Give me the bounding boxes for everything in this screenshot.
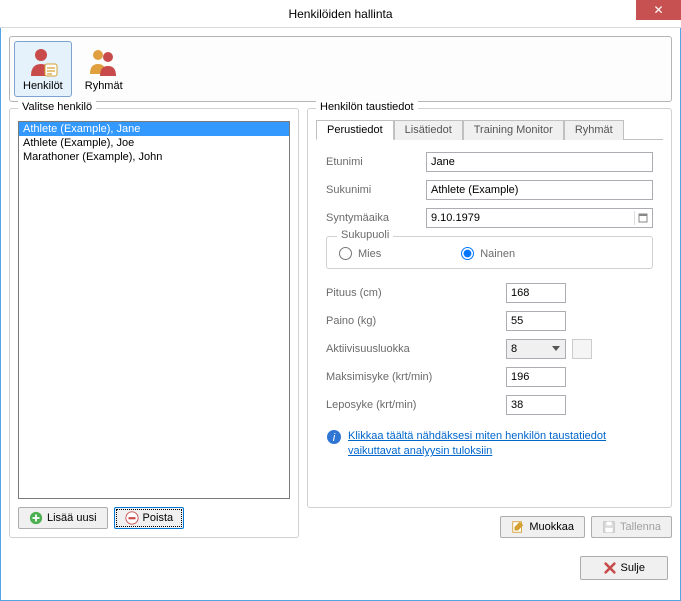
save-label: Tallenna xyxy=(620,521,661,533)
gender-female-label: Nainen xyxy=(480,248,515,260)
list-item[interactable]: Athlete (Example), Joe xyxy=(19,136,289,150)
tab-groups[interactable]: Ryhmät xyxy=(564,120,624,140)
dob-input[interactable]: 9.10.1979 xyxy=(426,208,653,228)
save-button: Tallenna xyxy=(591,516,672,538)
resthr-input[interactable] xyxy=(506,395,566,415)
gender-legend: Sukupuoli xyxy=(337,229,393,241)
toolbar-groups-button[interactable]: Ryhmät xyxy=(76,41,132,97)
toolbar-persons-button[interactable]: Henkilöt xyxy=(14,41,72,97)
resthr-label: Leposyke (krt/min) xyxy=(326,399,506,411)
info-icon: i xyxy=(326,429,342,445)
gender-male-option[interactable]: Mies xyxy=(339,247,381,260)
add-label: Lisää uusi xyxy=(47,512,97,524)
height-input[interactable] xyxy=(506,283,566,303)
tab-training-monitor[interactable]: Training Monitor xyxy=(463,120,564,140)
close-label: Sulje xyxy=(621,562,645,574)
maxhr-label: Maksimisyke (krt/min) xyxy=(326,371,506,383)
add-new-button[interactable]: Lisää uusi xyxy=(18,507,108,529)
activity-label: Aktiivisuusluokka xyxy=(326,343,506,355)
window-close-button[interactable]: ✕ xyxy=(636,0,681,20)
edit-label: Muokkaa xyxy=(529,521,574,533)
person-details-legend: Henkilön taustiedot xyxy=(316,101,418,113)
gender-male-radio[interactable] xyxy=(339,247,352,260)
window-title: Henkilöiden hallinta xyxy=(0,7,681,21)
person-select-group: Valitse henkilö Athlete (Example), Jane … xyxy=(9,108,299,538)
list-item[interactable]: Marathoner (Example), John xyxy=(19,150,289,164)
person-details-group: Henkilön taustiedot Perustiedot Lisätied… xyxy=(307,108,672,508)
maxhr-input[interactable] xyxy=(506,367,566,387)
weight-input[interactable] xyxy=(506,311,566,331)
dob-value: 9.10.1979 xyxy=(431,212,480,224)
remove-icon xyxy=(125,511,139,525)
close-button[interactable]: Sulje xyxy=(580,556,668,580)
activity-value: 8 xyxy=(511,343,517,355)
remove-label: Poista xyxy=(143,512,174,524)
weight-label: Paino (kg) xyxy=(326,315,506,327)
person-list[interactable]: Athlete (Example), Jane Athlete (Example… xyxy=(18,121,290,499)
edit-button[interactable]: Muokkaa xyxy=(500,516,585,538)
activity-select[interactable]: 8 xyxy=(506,339,566,359)
activity-info-button[interactable] xyxy=(572,339,592,359)
gender-female-radio[interactable] xyxy=(461,247,474,260)
info-link[interactable]: Klikkaa täältä nähdäksesi miten henkilön… xyxy=(348,429,653,460)
dob-label: Syntymäaika xyxy=(326,212,426,224)
toolbar-persons-label: Henkilöt xyxy=(23,80,63,92)
chevron-down-icon xyxy=(549,342,563,356)
close-icon xyxy=(603,561,617,575)
gender-group: Sukupuoli Mies Nainen xyxy=(326,236,653,269)
main-toolbar: Henkilöt Ryhmät xyxy=(9,36,672,102)
firstname-label: Etunimi xyxy=(326,156,426,168)
tab-additional[interactable]: Lisätiedot xyxy=(394,120,463,140)
lastname-input[interactable] xyxy=(426,180,653,200)
edit-icon xyxy=(511,520,525,534)
detail-tabs: Perustiedot Lisätiedot Training Monitor … xyxy=(316,119,663,140)
calendar-drop-icon[interactable] xyxy=(634,211,650,225)
tab-basic[interactable]: Perustiedot xyxy=(316,120,394,140)
group-icon xyxy=(88,46,120,78)
gender-male-label: Mies xyxy=(358,248,381,260)
list-item[interactable]: Athlete (Example), Jane xyxy=(19,122,289,136)
person-select-legend: Valitse henkilö xyxy=(18,101,96,113)
save-icon xyxy=(602,520,616,534)
add-icon xyxy=(29,511,43,525)
toolbar-groups-label: Ryhmät xyxy=(85,80,123,92)
remove-button[interactable]: Poista xyxy=(114,507,185,529)
titlebar: Henkilöiden hallinta ✕ xyxy=(0,0,681,28)
person-icon xyxy=(27,46,59,78)
lastname-label: Sukunimi xyxy=(326,184,426,196)
height-label: Pituus (cm) xyxy=(326,287,506,299)
gender-female-option[interactable]: Nainen xyxy=(461,247,515,260)
firstname-input[interactable] xyxy=(426,152,653,172)
